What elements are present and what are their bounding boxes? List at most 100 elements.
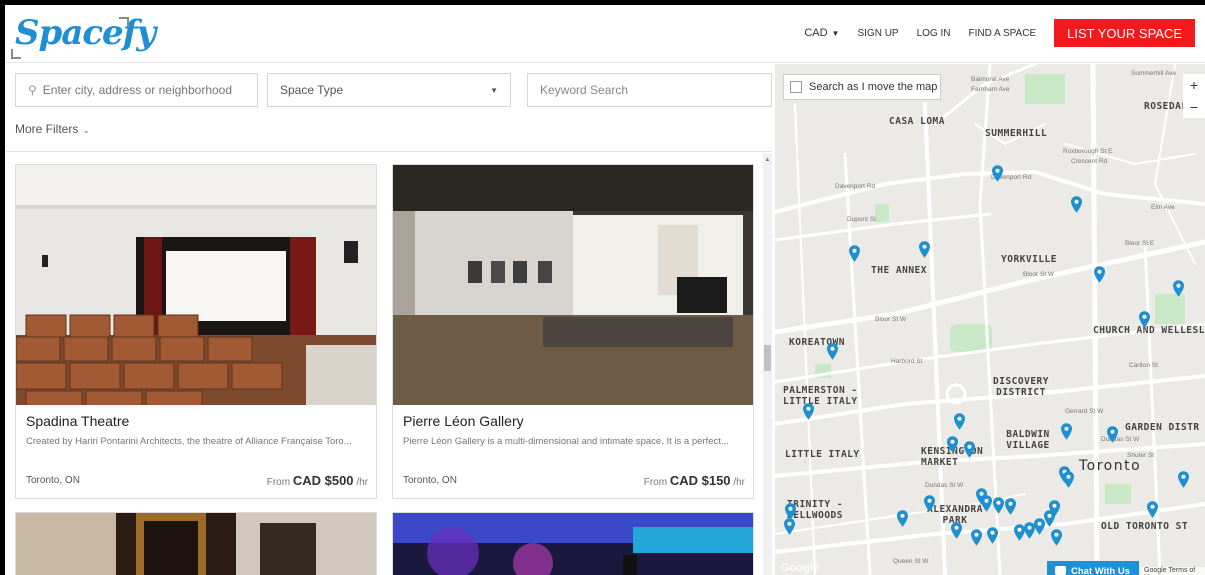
price-amount: CAD $500 bbox=[292, 473, 354, 488]
listing-title[interactable]: Pierre Léon Gallery bbox=[403, 413, 743, 429]
map-pin-icon[interactable] bbox=[947, 436, 958, 453]
map-label: SUMMERHILL bbox=[985, 128, 1048, 139]
city-label: Toronto bbox=[1079, 458, 1142, 474]
search-icon: ⚲ bbox=[28, 83, 37, 97]
currency-selector[interactable]: CAD ▼ bbox=[804, 27, 839, 39]
listing-location: Toronto, ON bbox=[26, 475, 80, 486]
zoom-out-button[interactable]: − bbox=[1183, 96, 1205, 118]
more-filters-toggle[interactable]: More Filters ⌄ bbox=[15, 122, 90, 136]
google-logo: Google bbox=[781, 562, 819, 574]
caret-down-icon: ▼ bbox=[831, 28, 840, 38]
listing-card[interactable] bbox=[15, 512, 377, 575]
map-pin-icon[interactable] bbox=[964, 441, 975, 458]
logo-text: Spacefy bbox=[15, 13, 156, 53]
map-pin-icon[interactable] bbox=[924, 495, 935, 512]
listing-photo[interactable] bbox=[393, 165, 753, 405]
map-terms[interactable]: Google Terms of Us bbox=[1141, 567, 1205, 575]
map-panel[interactable]: Davenport Rd Davenport Rd Dupont St Bloo… bbox=[775, 64, 1205, 575]
map-pin-icon[interactable] bbox=[827, 343, 838, 360]
zoom-controls: + − bbox=[1183, 74, 1205, 118]
map-pin-icon[interactable] bbox=[1139, 311, 1150, 328]
map-pin-icon[interactable] bbox=[897, 510, 908, 527]
list-your-space-button[interactable]: LIST YOUR SPACE bbox=[1054, 19, 1195, 47]
map-label: DISCOVERY DISTRICT bbox=[993, 376, 1049, 398]
listing-photo[interactable] bbox=[16, 165, 376, 405]
club-photo bbox=[393, 513, 753, 575]
map-pin-icon[interactable] bbox=[992, 165, 1003, 182]
map-pin-icon[interactable] bbox=[919, 241, 930, 258]
sign-up-link[interactable]: SIGN UP bbox=[857, 28, 898, 39]
listing-card[interactable]: Pierre Léon Gallery Pierre Léon Gallery … bbox=[392, 164, 754, 499]
listing-body: Spadina Theatre Created by Hariri Pontar… bbox=[16, 405, 376, 498]
listing-card[interactable]: Spadina Theatre Created by Hariri Pontar… bbox=[15, 164, 377, 499]
theatre-photo bbox=[16, 165, 376, 405]
price-unit: /hr bbox=[733, 477, 745, 488]
street-label: Dundas St W bbox=[925, 482, 964, 489]
listing-title[interactable]: Spadina Theatre bbox=[26, 413, 366, 429]
map-pin-icon[interactable] bbox=[1061, 423, 1072, 440]
map-pin-icon[interactable] bbox=[1071, 196, 1082, 213]
listing-photo[interactable] bbox=[16, 513, 376, 575]
listing-photo[interactable] bbox=[393, 513, 753, 575]
street-label: Bloor St E bbox=[1125, 240, 1155, 247]
price-prefix: From bbox=[266, 477, 291, 488]
room-photo bbox=[16, 513, 376, 575]
app-frame: Spacefy CAD ▼ SIGN UP LOG IN FIND A SPAC… bbox=[5, 5, 1205, 575]
chevron-down-icon: ⌄ bbox=[82, 125, 90, 135]
scrollbar-thumb[interactable] bbox=[764, 345, 771, 371]
find-a-space-link[interactable]: FIND A SPACE bbox=[969, 28, 1037, 39]
spacefy-logo[interactable]: Spacefy bbox=[11, 13, 156, 59]
map-pin-icon[interactable] bbox=[1005, 498, 1016, 515]
map-pin-icon[interactable] bbox=[849, 245, 860, 262]
map-pin-icon[interactable] bbox=[987, 527, 998, 544]
price-prefix: From bbox=[643, 477, 668, 488]
checkbox-icon[interactable] bbox=[790, 81, 802, 93]
street-label: Carlton St bbox=[1129, 362, 1158, 369]
street-label: Gerrard St W bbox=[1065, 408, 1104, 415]
map-pin-icon[interactable] bbox=[1107, 426, 1118, 443]
caret-down-icon: ▼ bbox=[490, 86, 498, 95]
street-label: Elm Ave bbox=[1151, 204, 1175, 211]
map-pin-icon[interactable] bbox=[951, 522, 962, 539]
listing-card[interactable] bbox=[392, 512, 754, 575]
street-label: Bloor St W bbox=[1023, 271, 1055, 278]
map-pin-icon[interactable] bbox=[803, 403, 814, 420]
map-pin-icon[interactable] bbox=[784, 518, 795, 535]
keyword-placeholder: Keyword Search bbox=[540, 83, 629, 97]
map-pin-icon[interactable] bbox=[1173, 280, 1184, 297]
map-pin-icon[interactable] bbox=[981, 495, 992, 512]
map-pin-icon[interactable] bbox=[1049, 500, 1060, 517]
gallery-photo bbox=[393, 165, 753, 405]
log-in-link[interactable]: LOG IN bbox=[917, 28, 951, 39]
search-as-map-moves-toggle[interactable]: Search as I move the map bbox=[783, 74, 941, 100]
zoom-in-button[interactable]: + bbox=[1183, 74, 1205, 96]
listing-price: From CAD $150 /hr bbox=[644, 473, 745, 488]
map-pin-icon[interactable] bbox=[1063, 471, 1074, 488]
map-pin-icon[interactable] bbox=[1094, 266, 1105, 283]
map-pin-icon[interactable] bbox=[1147, 501, 1158, 518]
map-label: GARDEN DISTR bbox=[1125, 422, 1200, 433]
keyword-search-input[interactable]: Keyword Search bbox=[527, 73, 772, 107]
top-nav: CAD ▼ SIGN UP LOG IN FIND A SPACE LIST Y… bbox=[804, 19, 1195, 47]
chat-bubble-icon bbox=[1055, 566, 1066, 575]
street-label: Dupont St bbox=[847, 216, 876, 223]
location-search-input[interactable]: ⚲ Enter city, address or neighborhood bbox=[15, 73, 258, 107]
map-pin-icon[interactable] bbox=[954, 413, 965, 430]
listing-grid: Spadina Theatre Created by Hariri Pontar… bbox=[5, 153, 763, 575]
map-pin-icon[interactable] bbox=[971, 529, 982, 546]
space-type-select[interactable]: Space Type ▼ bbox=[267, 73, 511, 107]
search-toggle-label: Search as I move the map bbox=[809, 81, 938, 93]
chat-with-us-button[interactable]: Chat With Us bbox=[1047, 561, 1139, 575]
logo-bracket-top bbox=[119, 17, 129, 27]
map-pin-icon[interactable] bbox=[1178, 471, 1189, 488]
more-filters-label: More Filters bbox=[15, 122, 79, 136]
listing-scrollbar[interactable]: ▲ bbox=[763, 153, 772, 575]
price-unit: /hr bbox=[356, 477, 368, 488]
location-placeholder: Enter city, address or neighborhood bbox=[42, 83, 233, 97]
map-pin-icon[interactable] bbox=[993, 497, 1004, 514]
map-label: PALMERSTON - LITTLE ITALY bbox=[783, 385, 858, 407]
map-label: BALDWIN VILLAGE bbox=[1006, 429, 1050, 451]
map-pin-icon[interactable] bbox=[1051, 529, 1062, 546]
scroll-up-icon[interactable]: ▲ bbox=[763, 157, 772, 163]
street-label: Harbord St bbox=[891, 358, 923, 365]
